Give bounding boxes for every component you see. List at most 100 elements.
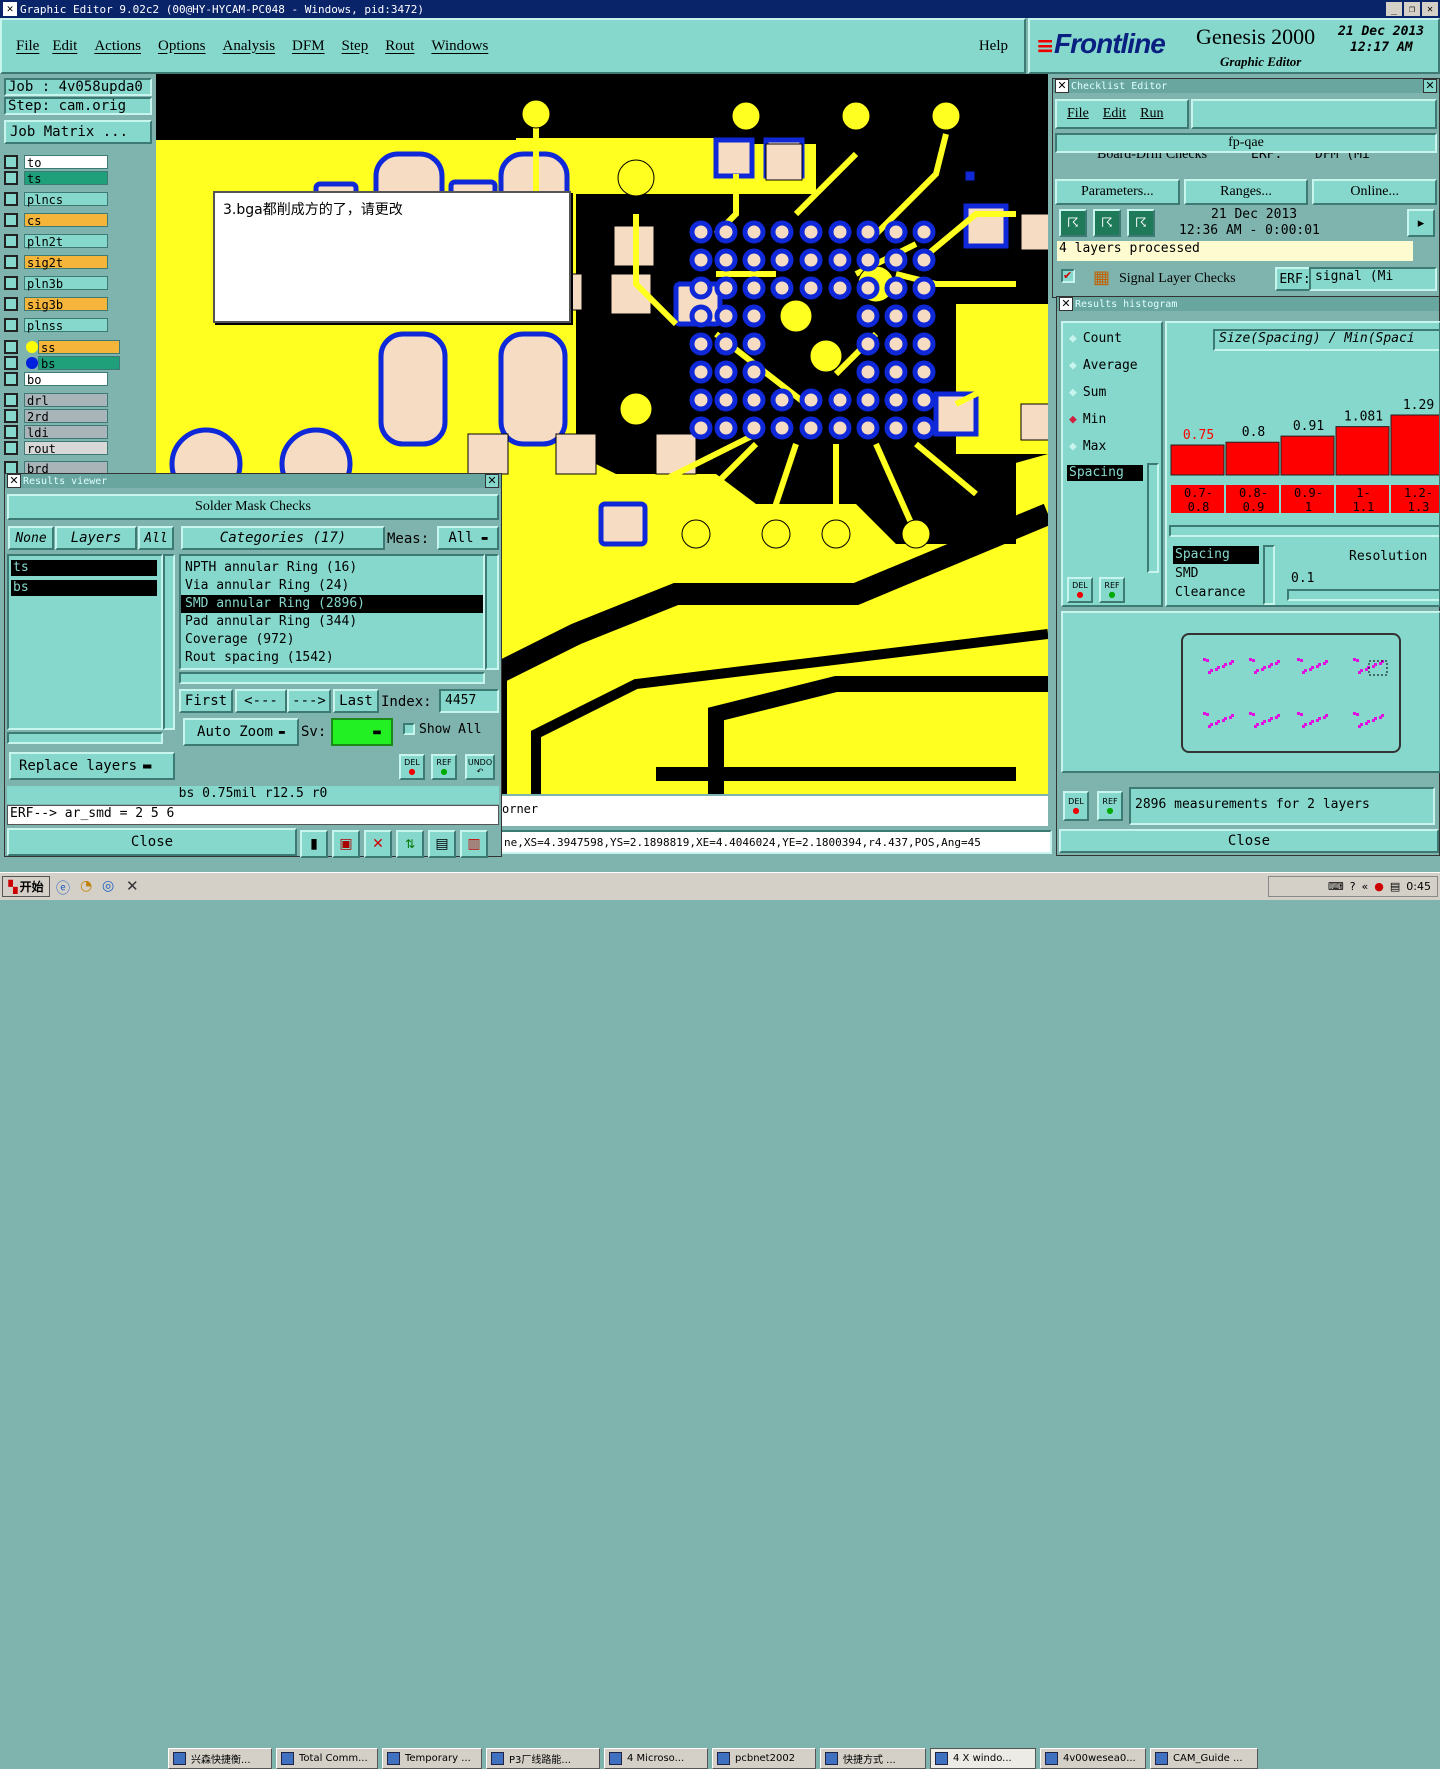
bga-pad[interactable] [689, 360, 713, 384]
layer-checkbox[interactable] [4, 372, 18, 386]
bga-pad[interactable] [799, 248, 823, 272]
layer-checkbox[interactable] [4, 340, 18, 354]
bga-pad[interactable] [689, 304, 713, 328]
layer-checkbox[interactable] [4, 393, 18, 407]
bga-pad[interactable] [912, 360, 936, 384]
bga-pad[interactable] [828, 248, 852, 272]
menu-edit[interactable]: Edit [52, 38, 77, 55]
violation-marker[interactable] [1353, 658, 1356, 661]
layer-checkbox[interactable] [4, 425, 18, 439]
layer-row-sig2t[interactable]: sig2t [4, 254, 108, 270]
category-item[interactable]: Pad annular Ring (344) [181, 613, 483, 631]
violation-marker[interactable] [1323, 716, 1326, 719]
bga-pad[interactable] [884, 248, 908, 272]
violation-marker[interactable] [1229, 662, 1232, 665]
violation-marker[interactable] [1302, 671, 1305, 674]
violation-marker[interactable] [1358, 725, 1361, 728]
bga-pad[interactable] [799, 276, 823, 300]
layer-row-ldi[interactable]: ldi [4, 424, 108, 440]
sort-icon[interactable]: ⇅ [396, 830, 424, 858]
mode-radio-min[interactable]: ◆ Min [1069, 412, 1106, 427]
mode-radio-sum[interactable]: ◆ Sum [1069, 385, 1106, 400]
violation-marker[interactable] [1249, 658, 1252, 661]
violation-marker[interactable] [1297, 658, 1300, 661]
layers-hscrollbar[interactable] [7, 732, 163, 744]
violation-marker[interactable] [1249, 712, 1252, 715]
hist-del-button[interactable]: DEL ● [1067, 577, 1093, 603]
bga-pad[interactable] [912, 332, 936, 356]
preview-map[interactable] [1181, 633, 1401, 753]
violation-marker[interactable] [1254, 725, 1257, 728]
layer-name[interactable]: ts [24, 171, 108, 186]
categories-hscrollbar[interactable] [179, 672, 485, 684]
results-viewer-menu-icon[interactable]: ✕ [7, 474, 21, 488]
violation-marker[interactable] [1309, 722, 1312, 725]
report-icon[interactable]: ▤ [428, 830, 456, 858]
layer-row-plncs[interactable]: plncs [4, 191, 108, 207]
histogram-measure-list[interactable]: Spacing [1065, 463, 1145, 573]
layer-name[interactable]: pln2t [24, 234, 108, 249]
signal-checkbox[interactable]: ✔ [1061, 269, 1075, 283]
help-tray-icon[interactable]: ? [1350, 880, 1356, 893]
layers-button[interactable]: Layers [55, 526, 137, 550]
scroll-right-icon[interactable]: ▸ [1407, 209, 1435, 237]
bga-pad[interactable] [884, 332, 908, 356]
checklist-button-2[interactable]: Online... [1312, 179, 1438, 205]
layer-row-cs[interactable]: cs [4, 212, 108, 228]
bga-pad[interactable] [856, 332, 880, 356]
bga-pad[interactable] [799, 388, 823, 412]
violation-marker[interactable] [1208, 671, 1211, 674]
menu-actions[interactable]: Actions [94, 38, 141, 55]
type-item[interactable]: SMD [1173, 565, 1259, 583]
taskbar-task[interactable]: Total Comm... [276, 1748, 378, 1769]
ie-icon[interactable]: ⓔ [56, 878, 70, 898]
layer-name[interactable]: 2rd [24, 409, 108, 424]
bga-pad[interactable] [828, 220, 852, 244]
violation-marker[interactable] [1302, 725, 1305, 728]
bga-pad[interactable] [714, 220, 738, 244]
violation-marker[interactable] [1300, 659, 1303, 662]
bga-pad[interactable] [884, 388, 908, 412]
histogram-icon[interactable]: ▥ [460, 830, 488, 858]
measure-item[interactable]: Spacing [1067, 465, 1143, 481]
type-item[interactable]: Clearance [1173, 584, 1259, 602]
violation-marker[interactable] [1297, 712, 1300, 715]
bga-pad[interactable] [689, 388, 713, 412]
layer-checkbox[interactable] [4, 409, 18, 423]
bga-pad[interactable] [856, 220, 880, 244]
next-button[interactable]: ---> [287, 689, 331, 713]
layer-checkbox[interactable] [4, 192, 18, 206]
violation-marker[interactable] [1203, 712, 1206, 715]
layer-name[interactable]: bo [24, 372, 108, 387]
violation-marker[interactable] [1208, 725, 1211, 728]
histogram-close-button[interactable]: Close [1059, 829, 1439, 853]
violation-marker[interactable] [1254, 671, 1257, 674]
violation-marker[interactable] [1316, 719, 1319, 722]
bga-pad[interactable] [714, 248, 738, 272]
layers-scrollbar[interactable] [163, 554, 175, 730]
bga-pad[interactable] [770, 276, 794, 300]
tray-app-icon[interactable]: ● [1374, 880, 1384, 893]
checklist-menu-run[interactable]: Run [1140, 106, 1163, 122]
violation-marker[interactable] [1261, 668, 1264, 671]
bga-pad[interactable] [856, 360, 880, 384]
taskbar-task[interactable]: 快捷方式 ... [820, 1748, 926, 1769]
violation-marker[interactable] [1379, 662, 1382, 665]
layer-checkbox[interactable] [4, 171, 18, 185]
violation-marker[interactable] [1365, 722, 1368, 725]
bga-pad[interactable] [912, 416, 936, 440]
mode-radio-average[interactable]: ◆ Average [1069, 358, 1138, 373]
checklist-button-1[interactable]: Ranges... [1183, 179, 1309, 205]
bga-pad[interactable] [714, 388, 738, 412]
layer-checkbox[interactable] [4, 441, 18, 455]
layer-name[interactable]: ss [38, 340, 120, 355]
auto-zoom-select[interactable]: Auto Zoom ▬ [183, 718, 299, 746]
violation-marker[interactable] [1229, 716, 1232, 719]
sv-color-select[interactable]: ▬ [331, 718, 393, 746]
bga-pad[interactable] [770, 416, 794, 440]
violation-marker[interactable] [1222, 719, 1225, 722]
violation-marker[interactable] [1379, 716, 1382, 719]
layer-checkbox[interactable] [4, 234, 18, 248]
taskbar-task[interactable]: 兴森快捷衡... [168, 1748, 272, 1769]
bga-pad[interactable] [856, 416, 880, 440]
